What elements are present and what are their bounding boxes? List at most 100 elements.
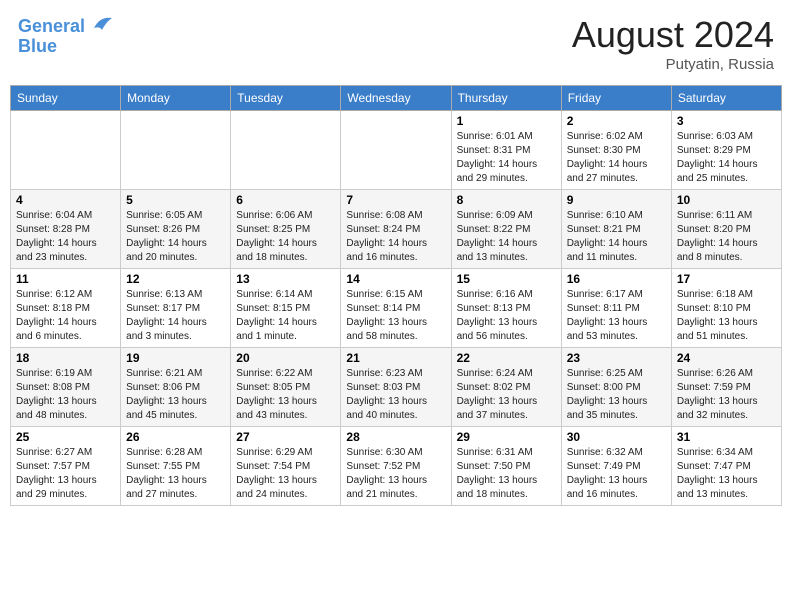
day-number: 29: [457, 430, 556, 444]
weekday-header-saturday: Saturday: [671, 86, 781, 111]
day-info: Sunrise: 6:27 AM Sunset: 7:57 PM Dayligh…: [16, 446, 115, 502]
calendar-week-1: 1Sunrise: 6:01 AM Sunset: 8:31 PM Daylig…: [11, 111, 782, 190]
calendar-cell: 4 Sunrise: 6:04 AM Sunset: 8:28 PM Daylig…: [11, 190, 121, 269]
day-info: Sunrise: 6:24 AM Sunset: 8:02 PM Dayligh…: [457, 367, 556, 423]
day-info: Sunrise: 6:14 AM Sunset: 8:15 PM Dayligh…: [236, 288, 335, 344]
calendar-cell: 24 Sunrise: 6:26 AM Sunset: 7:59 PM Dayli…: [671, 348, 781, 427]
day-info: Sunrise: 6:11 AM Sunset: 8:20 PM Dayligh…: [677, 209, 776, 265]
page-header: General Blue August 2024 Putyatin, Russi…: [10, 10, 782, 77]
month-title: August 2024: [572, 14, 774, 56]
day-number: 12: [126, 272, 225, 286]
day-info: Sunrise: 6:16 AM Sunset: 8:13 PM Dayligh…: [457, 288, 556, 344]
day-info: Sunrise: 6:12 AM Sunset: 8:18 PM Dayligh…: [16, 288, 115, 344]
day-info: Sunrise: 6:05 AM Sunset: 8:26 PM Dayligh…: [126, 209, 225, 265]
calendar-cell: 23Sunrise: 6:25 AM Sunset: 8:00 PM Dayli…: [561, 348, 671, 427]
logo-bird-icon: [92, 14, 114, 32]
calendar-week-3: 11 Sunrise: 6:12 AM Sunset: 8:18 PM Dayli…: [11, 269, 782, 348]
day-info: Sunrise: 6:15 AM Sunset: 8:14 PM Dayligh…: [346, 288, 445, 344]
day-number: 15: [457, 272, 556, 286]
calendar-cell: 19 Sunrise: 6:21 AM Sunset: 8:06 PM Dayli…: [121, 348, 231, 427]
calendar-week-5: 25 Sunrise: 6:27 AM Sunset: 7:57 PM Dayli…: [11, 427, 782, 506]
day-info: Sunrise: 6:09 AM Sunset: 8:22 PM Dayligh…: [457, 209, 556, 265]
calendar-cell: [121, 111, 231, 190]
day-number: 17: [677, 272, 776, 286]
location: Putyatin, Russia: [572, 56, 774, 73]
calendar-cell: 16 Sunrise: 6:17 AM Sunset: 8:11 PM Dayli…: [561, 269, 671, 348]
weekday-header-wednesday: Wednesday: [341, 86, 451, 111]
calendar-cell: 18 Sunrise: 6:19 AM Sunset: 8:08 PM Dayli…: [11, 348, 121, 427]
day-info: Sunrise: 6:08 AM Sunset: 8:24 PM Dayligh…: [346, 209, 445, 265]
calendar-cell: [231, 111, 341, 190]
weekday-header-friday: Friday: [561, 86, 671, 111]
calendar-cell: [341, 111, 451, 190]
calendar-cell: 30 Sunrise: 6:32 AM Sunset: 7:49 PM Dayli…: [561, 427, 671, 506]
calendar-cell: 7Sunrise: 6:08 AM Sunset: 8:24 PM Daylig…: [341, 190, 451, 269]
day-number: 8: [457, 193, 556, 207]
day-number: 18: [16, 351, 115, 365]
calendar-cell: [11, 111, 121, 190]
day-number: 27: [236, 430, 335, 444]
day-info: Sunrise: 6:13 AM Sunset: 8:17 PM Dayligh…: [126, 288, 225, 344]
day-number: 5: [126, 193, 225, 207]
day-info: Sunrise: 6:32 AM Sunset: 7:49 PM Dayligh…: [567, 446, 666, 502]
day-number: 10: [677, 193, 776, 207]
day-info: Sunrise: 6:28 AM Sunset: 7:55 PM Dayligh…: [126, 446, 225, 502]
day-info: Sunrise: 6:17 AM Sunset: 8:11 PM Dayligh…: [567, 288, 666, 344]
day-number: 19: [126, 351, 225, 365]
calendar-week-2: 4 Sunrise: 6:04 AM Sunset: 8:28 PM Daylig…: [11, 190, 782, 269]
day-number: 22: [457, 351, 556, 365]
calendar-week-4: 18 Sunrise: 6:19 AM Sunset: 8:08 PM Dayli…: [11, 348, 782, 427]
day-number: 16: [567, 272, 666, 286]
day-number: 30: [567, 430, 666, 444]
calendar-cell: 13 Sunrise: 6:14 AM Sunset: 8:15 PM Dayli…: [231, 269, 341, 348]
day-number: 13: [236, 272, 335, 286]
day-info: Sunrise: 6:26 AM Sunset: 7:59 PM Dayligh…: [677, 367, 776, 423]
day-number: 3: [677, 114, 776, 128]
day-number: 23: [567, 351, 666, 365]
calendar-cell: 2Sunrise: 6:02 AM Sunset: 8:30 PM Daylig…: [561, 111, 671, 190]
weekday-header-sunday: Sunday: [11, 86, 121, 111]
logo-general: General: [18, 16, 85, 36]
day-number: 24: [677, 351, 776, 365]
day-info: Sunrise: 6:34 AM Sunset: 7:47 PM Dayligh…: [677, 446, 776, 502]
calendar-cell: 5 Sunrise: 6:05 AM Sunset: 8:26 PM Daylig…: [121, 190, 231, 269]
title-block: August 2024 Putyatin, Russia: [572, 14, 774, 73]
calendar-cell: 14 Sunrise: 6:15 AM Sunset: 8:14 PM Dayli…: [341, 269, 451, 348]
day-number: 14: [346, 272, 445, 286]
calendar-cell: 11 Sunrise: 6:12 AM Sunset: 8:18 PM Dayli…: [11, 269, 121, 348]
calendar-cell: 17 Sunrise: 6:18 AM Sunset: 8:10 PM Dayli…: [671, 269, 781, 348]
day-info: Sunrise: 6:18 AM Sunset: 8:10 PM Dayligh…: [677, 288, 776, 344]
weekday-header-monday: Monday: [121, 86, 231, 111]
day-info: Sunrise: 6:02 AM Sunset: 8:30 PM Dayligh…: [567, 130, 666, 186]
calendar-cell: 20 Sunrise: 6:22 AM Sunset: 8:05 PM Dayli…: [231, 348, 341, 427]
calendar-cell: 6 Sunrise: 6:06 AM Sunset: 8:25 PM Daylig…: [231, 190, 341, 269]
day-number: 6: [236, 193, 335, 207]
day-number: 9: [567, 193, 666, 207]
calendar-table: SundayMondayTuesdayWednesdayThursdayFrid…: [10, 85, 782, 506]
day-number: 11: [16, 272, 115, 286]
day-number: 25: [16, 430, 115, 444]
calendar-cell: 9Sunrise: 6:10 AM Sunset: 8:21 PM Daylig…: [561, 190, 671, 269]
weekday-header-tuesday: Tuesday: [231, 86, 341, 111]
day-info: Sunrise: 6:22 AM Sunset: 8:05 PM Dayligh…: [236, 367, 335, 423]
calendar-cell: 31Sunrise: 6:34 AM Sunset: 7:47 PM Dayli…: [671, 427, 781, 506]
logo: General Blue: [18, 14, 114, 57]
day-info: Sunrise: 6:21 AM Sunset: 8:06 PM Dayligh…: [126, 367, 225, 423]
weekday-header-thursday: Thursday: [451, 86, 561, 111]
day-info: Sunrise: 6:03 AM Sunset: 8:29 PM Dayligh…: [677, 130, 776, 186]
day-number: 1: [457, 114, 556, 128]
day-number: 20: [236, 351, 335, 365]
day-info: Sunrise: 6:19 AM Sunset: 8:08 PM Dayligh…: [16, 367, 115, 423]
day-info: Sunrise: 6:30 AM Sunset: 7:52 PM Dayligh…: [346, 446, 445, 502]
calendar-cell: 10 Sunrise: 6:11 AM Sunset: 8:20 PM Dayli…: [671, 190, 781, 269]
day-info: Sunrise: 6:04 AM Sunset: 8:28 PM Dayligh…: [16, 209, 115, 265]
day-info: Sunrise: 6:29 AM Sunset: 7:54 PM Dayligh…: [236, 446, 335, 502]
calendar-cell: 22 Sunrise: 6:24 AM Sunset: 8:02 PM Dayli…: [451, 348, 561, 427]
day-number: 26: [126, 430, 225, 444]
day-info: Sunrise: 6:23 AM Sunset: 8:03 PM Dayligh…: [346, 367, 445, 423]
day-info: Sunrise: 6:06 AM Sunset: 8:25 PM Dayligh…: [236, 209, 335, 265]
calendar-cell: 28Sunrise: 6:30 AM Sunset: 7:52 PM Dayli…: [341, 427, 451, 506]
calendar-cell: 26 Sunrise: 6:28 AM Sunset: 7:55 PM Dayli…: [121, 427, 231, 506]
day-number: 4: [16, 193, 115, 207]
calendar-cell: 25 Sunrise: 6:27 AM Sunset: 7:57 PM Dayli…: [11, 427, 121, 506]
